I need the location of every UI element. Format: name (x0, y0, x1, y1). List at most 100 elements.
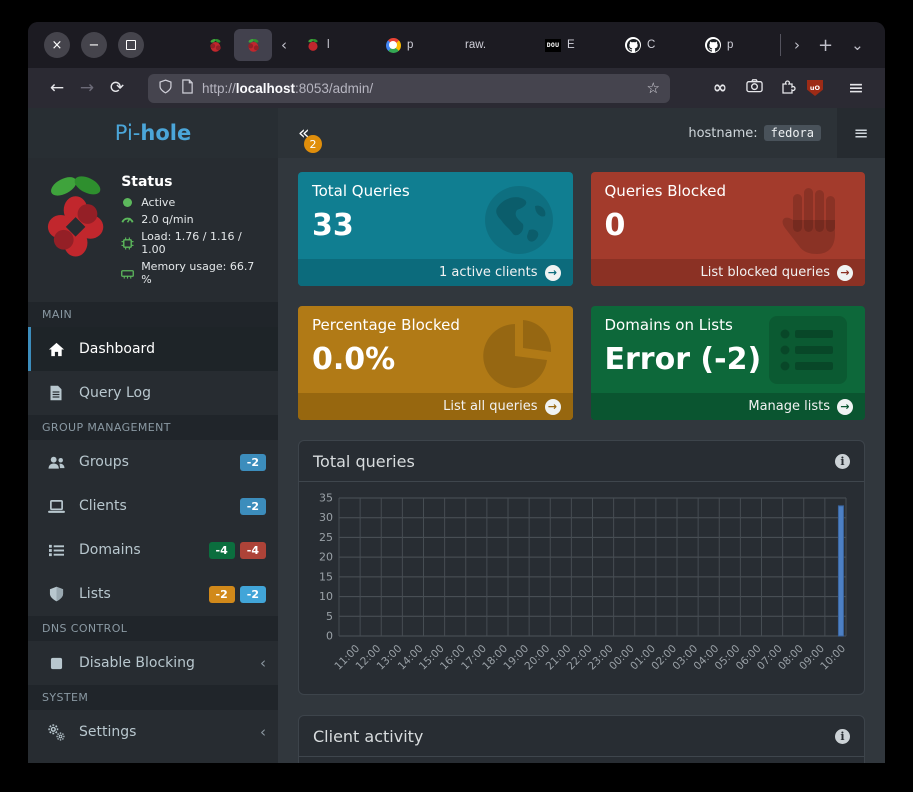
tab-label: raw. (465, 39, 486, 51)
pihole-raspberry-logo (40, 172, 111, 264)
sidebar-item-groups[interactable]: Groups -2 (28, 440, 278, 484)
sidebar-collapse-button[interactable]: « 2 (298, 122, 328, 144)
pihole-logo[interactable]: Pi-hole (28, 108, 278, 158)
panel-title: Total queries (313, 452, 415, 471)
svg-text:30: 30 (319, 511, 333, 524)
page-info-icon[interactable] (181, 79, 194, 98)
svg-text:5: 5 (326, 610, 333, 623)
extension-infinity-icon[interactable]: ∞ (705, 78, 735, 98)
tab-raw[interactable]: raw. (456, 29, 536, 61)
clients-count-badge: -2 (240, 498, 266, 515)
list-icon (46, 543, 66, 558)
tab-label: p (727, 39, 733, 51)
file-icon (46, 385, 66, 401)
sidebar-item-label: Lists (79, 586, 111, 602)
status-load-row: Load: 1.76 / 1.16 / 1.00 (121, 230, 268, 256)
tab-label: l (327, 39, 330, 51)
svg-text:0: 0 (326, 630, 333, 643)
reload-button[interactable]: ⟳ (102, 78, 132, 98)
info-icon[interactable]: i (835, 454, 850, 469)
sidebar-item-tools[interactable]: Tools 2 ‹ (28, 754, 278, 763)
sidebar-item-label: Disable Blocking (79, 655, 195, 671)
section-group-management: GROUP MANAGEMENT (28, 415, 278, 440)
card-footer-label: List blocked queries (701, 265, 831, 280)
dashboard-content: Total Queries 33 1 active clients → (278, 158, 885, 763)
close-window-button[interactable]: × (44, 32, 70, 58)
card-footer-label: Manage lists (748, 399, 830, 414)
back-button[interactable]: ← (42, 78, 72, 98)
sidebar-item-label: Dashboard (79, 341, 155, 357)
sidebar-item-settings[interactable]: Settings ‹ (28, 710, 278, 754)
arrow-circle-icon: → (837, 265, 853, 281)
sidebar-item-clients[interactable]: Clients -2 (28, 484, 278, 528)
list-lines-icon (765, 314, 851, 390)
github-favicon (625, 37, 641, 53)
status-dot-icon (121, 196, 134, 209)
info-icon[interactable]: i (835, 729, 850, 744)
github-favicon (705, 37, 721, 53)
bookmark-star-icon[interactable]: ☆ (647, 79, 660, 97)
percentage-blocked-card: Percentage Blocked 0.0% List all queries… (298, 306, 573, 420)
screenshot-camera-icon[interactable] (739, 78, 769, 98)
tab-github-1[interactable]: C (616, 29, 696, 61)
pinned-tab-pihole-2-active[interactable] (234, 29, 272, 61)
users-icon (46, 455, 66, 470)
address-bar[interactable]: http://localhost:8053/admin/ ☆ (148, 74, 670, 103)
svg-text:15: 15 (319, 570, 333, 583)
sidebar-item-dashboard[interactable]: Dashboard (28, 327, 278, 371)
extensions-puzzle-icon[interactable] (773, 78, 803, 99)
url-text[interactable]: http://localhost:8053/admin/ (202, 81, 639, 96)
lists-allow-badge: -2 (209, 586, 235, 603)
maximize-window-button[interactable] (118, 32, 144, 58)
browser-window: × − ‹ l p (28, 22, 885, 763)
sidebar-item-disable-blocking[interactable]: Disable Blocking ‹ (28, 641, 278, 685)
scroll-tabs-left-button[interactable]: ‹ (272, 36, 296, 54)
sidebar-item-label: Domains (79, 542, 141, 558)
tab-dou[interactable]: DOU E (536, 29, 616, 61)
forward-button[interactable]: → (72, 78, 102, 98)
groups-count-badge: -2 (240, 454, 266, 471)
minimize-window-button[interactable]: − (81, 32, 107, 58)
sidebar-item-label: Query Log (79, 385, 151, 401)
client-activity-chart-clipped (299, 757, 864, 763)
ublock-origin-icon[interactable]: uO (807, 80, 837, 96)
tab-google[interactable]: p (376, 29, 456, 61)
browser-menu-button[interactable]: ≡ (841, 77, 871, 99)
hand-icon (771, 180, 851, 264)
tab-strip: ‹ l p raw. DOU E C (196, 22, 873, 68)
pinned-tab-pihole-1[interactable] (196, 29, 234, 61)
arrow-circle-icon: → (545, 399, 561, 415)
shield-permissions-icon[interactable] (158, 79, 173, 98)
sidebar-item-label: Groups (79, 454, 129, 470)
section-main: MAIN (28, 302, 278, 327)
sidebar-item-label: Clients (79, 498, 127, 514)
update-count-badge: 2 (304, 135, 322, 153)
new-tab-button[interactable]: + (809, 35, 842, 56)
list-all-tabs-button[interactable]: ⌄ (842, 36, 873, 54)
window-controls: × − (28, 32, 144, 58)
card-footer-link[interactable]: Manage lists → (591, 393, 866, 420)
status-rate-row: 2.0 q/min (121, 213, 268, 226)
client-activity-panel: Client activity i (298, 715, 865, 763)
scroll-tabs-right-button[interactable]: › (785, 36, 809, 54)
google-favicon (385, 37, 401, 53)
sidebar-item-lists[interactable]: Lists -2 -2 (28, 572, 278, 616)
sidebar-item-domains[interactable]: Domains -4 -4 (28, 528, 278, 572)
tab-github-2[interactable]: p (696, 29, 776, 61)
raspberry-favicon (245, 37, 261, 53)
home-icon (46, 341, 66, 358)
total-queries-panel: Total queries i 0510152025303511:0012:00… (298, 440, 865, 695)
domains-on-lists-card: Domains on Lists Error (-2) Manage lists… (591, 306, 866, 420)
tab-label: E (567, 39, 575, 51)
status-block: Status Active 2.0 q/min (28, 158, 278, 302)
browser-toolbar: ← → ⟳ http://localhost:8053/admin/ ☆ ∞ u… (28, 68, 885, 108)
tab-pihole-docs[interactable]: l (296, 29, 376, 61)
app-menu-button[interactable]: ≡ (837, 108, 885, 158)
pie-chart-icon (479, 314, 559, 398)
total-queries-card: Total Queries 33 1 active clients → (298, 172, 573, 286)
card-footer-label: List all queries (443, 399, 537, 414)
chevron-left-icon: ‹ (260, 723, 266, 741)
raspberry-favicon (207, 37, 223, 53)
total-queries-chart[interactable]: 0510152025303511:0012:0013:0014:0015:001… (309, 490, 852, 686)
sidebar-item-query-log[interactable]: Query Log (28, 371, 278, 415)
